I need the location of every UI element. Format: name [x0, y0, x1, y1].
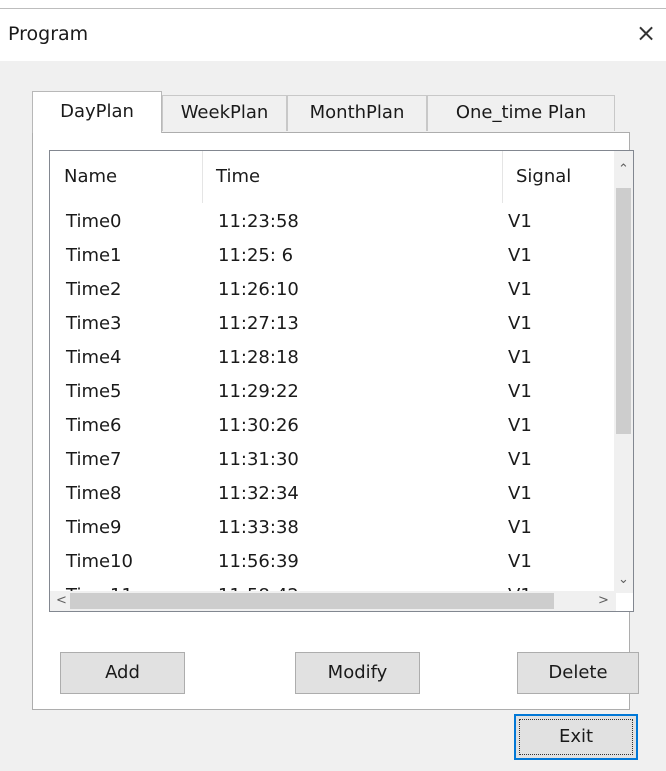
row-name: Time8 [66, 483, 122, 504]
row-signal: V1 [508, 381, 532, 402]
row-signal: V1 [508, 279, 532, 300]
list-rows: Time0 11:23:58 V1 Time1 11:25: 6 V1 Time2 11:26… [50, 205, 616, 611]
list-item[interactable]: Time1 11:25: 6 V1 [50, 239, 616, 273]
column-header-name[interactable]: Name [50, 151, 202, 203]
tab-weekplan[interactable]: WeekPlan [162, 95, 287, 131]
row-time: 11:33:38 [218, 517, 299, 538]
exit-button[interactable]: Exit [514, 714, 638, 760]
row-name: Time9 [66, 517, 122, 538]
row-name: Time3 [66, 313, 122, 334]
row-time: 11:28:18 [218, 347, 299, 368]
row-time: 11:32:34 [218, 483, 299, 504]
row-time: 11:29:22 [218, 381, 299, 402]
row-time: 11:30:26 [218, 415, 299, 436]
row-signal: V1 [508, 449, 532, 470]
row-name: Time0 [66, 211, 122, 232]
column-header-time[interactable]: Time [202, 151, 502, 203]
row-signal: V1 [508, 517, 532, 538]
list-header: Name Time Signal [50, 151, 616, 203]
row-name: Time10 [66, 551, 133, 572]
list-item[interactable]: Time4 11:28:18 V1 [50, 341, 616, 375]
add-button[interactable]: Add [60, 652, 185, 694]
vertical-scroll-thumb[interactable] [616, 188, 631, 434]
horizontal-scroll-thumb[interactable] [70, 593, 554, 609]
column-header-signal[interactable]: Signal [502, 151, 616, 203]
program-dialog: Program × DayPlan WeekPlan MonthPlan One… [0, 8, 666, 771]
row-signal: V1 [508, 245, 532, 266]
row-time: 11:23:58 [218, 211, 299, 232]
window-title: Program [8, 23, 89, 45]
row-name: Time4 [66, 347, 122, 368]
row-name: Time2 [66, 279, 122, 300]
row-signal: V1 [508, 415, 532, 436]
list-item[interactable]: Time3 11:27:13 V1 [50, 307, 616, 341]
list-item[interactable]: Time9 11:33:38 V1 [50, 511, 616, 545]
row-signal: V1 [508, 211, 532, 232]
row-name: Time6 [66, 415, 122, 436]
title-bar: Program × [0, 9, 666, 61]
row-time: 11:27:13 [218, 313, 299, 334]
exit-button-label: Exit [558, 726, 594, 747]
row-name: Time7 [66, 449, 122, 470]
scroll-right-icon[interactable]: > [594, 592, 613, 610]
scroll-left-icon[interactable]: < [52, 592, 71, 610]
dayplan-panel: Name Time Signal Time0 11:23:58 V1 Time1 11:… [32, 132, 639, 710]
row-time: 11:25: 6 [218, 245, 294, 266]
row-signal: V1 [508, 483, 532, 504]
list-item[interactable]: Time10 11:56:39 V1 [50, 545, 616, 579]
list-item[interactable]: Time6 11:30:26 V1 [50, 409, 616, 443]
delete-button[interactable]: Delete [517, 652, 639, 694]
row-signal: V1 [508, 551, 532, 572]
tab-monthplan[interactable]: MonthPlan [287, 95, 427, 131]
list-item[interactable]: Time5 11:29:22 V1 [50, 375, 616, 409]
row-signal: V1 [508, 347, 532, 368]
row-signal: V1 [508, 313, 532, 334]
list-item[interactable]: Time0 11:23:58 V1 [50, 205, 616, 239]
list-item[interactable]: Time7 11:31:30 V1 [50, 443, 616, 477]
scroll-down-icon[interactable]: ⌄ [614, 571, 633, 589]
tab-dayplan[interactable]: DayPlan [32, 91, 162, 133]
close-icon[interactable]: × [632, 19, 660, 47]
list-item[interactable]: Time8 11:32:34 V1 [50, 477, 616, 511]
row-time: 11:26:10 [218, 279, 299, 300]
time-list[interactable]: Name Time Signal Time0 11:23:58 V1 Time1 11:… [49, 150, 634, 612]
modify-button[interactable]: Modify [295, 652, 420, 694]
row-time: 11:56:39 [218, 551, 299, 572]
vertical-scrollbar[interactable]: ⌃ ⌄ [614, 151, 633, 593]
scroll-up-icon[interactable]: ⌃ [614, 161, 633, 179]
list-item[interactable]: Time2 11:26:10 V1 [50, 273, 616, 307]
row-time: 11:31:30 [218, 449, 299, 470]
tab-one-time-plan[interactable]: One_time Plan [427, 95, 615, 131]
horizontal-scrollbar[interactable]: < > [50, 591, 616, 611]
row-name: Time1 [66, 245, 122, 266]
row-name: Time5 [66, 381, 122, 402]
